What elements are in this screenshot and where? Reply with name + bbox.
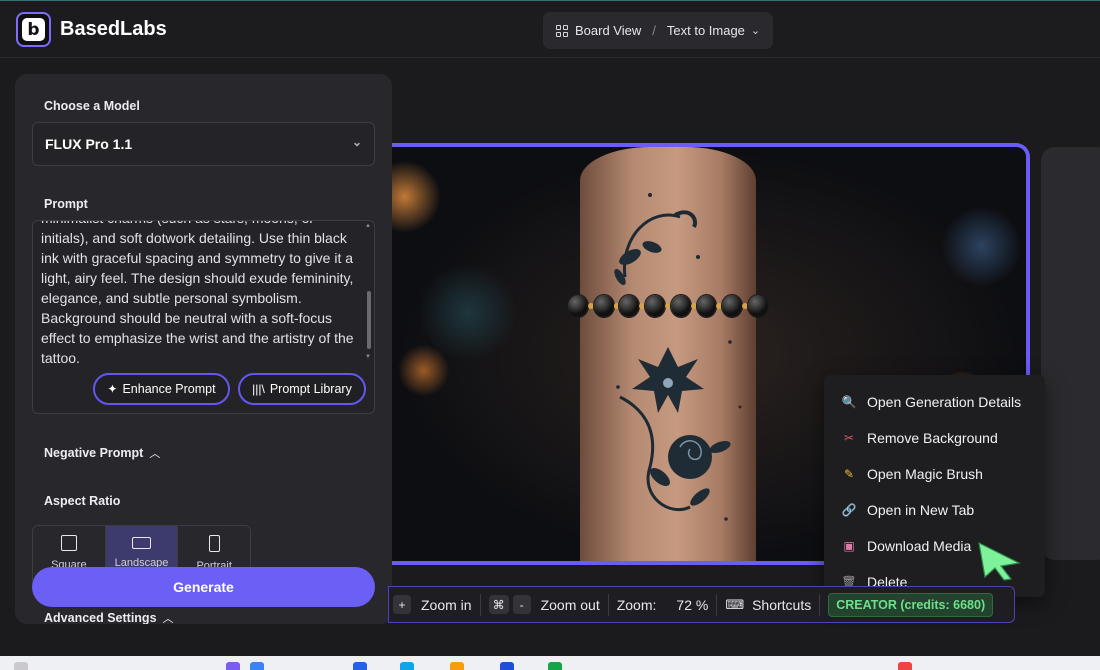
credits-badge[interactable]: CREATOR (credits: 6680) bbox=[828, 592, 994, 617]
breadcrumb-separator: / bbox=[652, 23, 656, 38]
top-bar: b BasedLabs Board View / Text to Image ⌄ bbox=[0, 0, 1100, 58]
scissors-icon: ✂ bbox=[843, 431, 855, 445]
link-icon: 🔗 bbox=[841, 503, 857, 517]
command-key-icon: ⌘ bbox=[488, 595, 509, 614]
shortcuts-button[interactable]: Shortcuts bbox=[752, 597, 811, 613]
next-image-card[interactable] bbox=[1041, 147, 1100, 560]
square-shape-icon bbox=[60, 535, 77, 551]
zoom-in-button[interactable]: Zoom in bbox=[421, 597, 472, 613]
menu-item-label: Open Generation Details bbox=[867, 394, 1022, 410]
zoom-label: Zoom: bbox=[616, 596, 657, 613]
model-value: FLUX Pro 1.1 bbox=[45, 136, 133, 152]
portrait-shape-icon bbox=[208, 535, 220, 552]
mode-dropdown[interactable]: Text to Image bbox=[667, 23, 745, 38]
sparkle-icon: ✦ bbox=[107, 382, 118, 396]
board-view-link[interactable]: Board View bbox=[575, 23, 641, 38]
zoom-in-key[interactable]: + bbox=[393, 595, 411, 614]
chrome-icon[interactable] bbox=[548, 662, 562, 670]
pencil-icon: ✎ bbox=[843, 467, 855, 481]
store-icon[interactable] bbox=[500, 662, 514, 670]
widgets-icon[interactable] bbox=[226, 662, 240, 670]
zoom-out-key[interactable]: - bbox=[512, 595, 531, 614]
magnifier-icon: 🔍 bbox=[841, 395, 857, 409]
prompt-library-label: Prompt Library bbox=[269, 382, 352, 396]
enhance-prompt-label: Enhance Prompt bbox=[122, 382, 216, 396]
menu-open-generation-details[interactable]: 🔍 Open Generation Details bbox=[824, 384, 1045, 420]
aspect-ratio-label: Aspect Ratio bbox=[44, 494, 121, 508]
zoom-out-button[interactable]: Zoom out bbox=[541, 597, 600, 613]
tattoo-illustration bbox=[614, 193, 742, 521]
generate-button[interactable]: Generate bbox=[32, 567, 375, 607]
library-icon: |||\ bbox=[252, 382, 265, 396]
floppy-disk-icon: ▣ bbox=[843, 539, 855, 553]
generation-panel: Choose a Model FLUX Pro 1.1 ⌄ Prompt min… bbox=[15, 74, 392, 624]
app-icon[interactable] bbox=[353, 662, 367, 670]
scroll-down-arrow-icon[interactable]: ▼ bbox=[365, 354, 371, 360]
zoom-value: 72 % bbox=[676, 596, 709, 613]
app-icon[interactable] bbox=[250, 662, 264, 670]
negative-prompt-label: Negative Prompt bbox=[44, 446, 144, 460]
keyboard-icon: ⌨ bbox=[725, 596, 745, 612]
menu-item-label: Open in New Tab bbox=[867, 502, 975, 518]
prompt-text[interactable]: minimalist charms (such as stars, moons,… bbox=[41, 221, 363, 368]
brand-name: BasedLabs bbox=[60, 18, 167, 40]
chevron-up-icon: ︿ bbox=[149, 448, 161, 460]
logo-letter: b bbox=[22, 18, 45, 41]
toolbar-divider bbox=[479, 593, 481, 616]
chevron-down-icon[interactable]: ⌄ bbox=[751, 24, 760, 37]
toolbar-divider bbox=[819, 593, 821, 616]
mouse-cursor-icon bbox=[978, 541, 1021, 581]
browser-icon[interactable] bbox=[400, 662, 414, 670]
toolbar-divider bbox=[607, 593, 609, 616]
menu-item-label: Remove Background bbox=[867, 430, 998, 446]
enhance-prompt-button[interactable]: ✦ Enhance Prompt bbox=[93, 373, 230, 405]
menu-remove-background[interactable]: ✂ Remove Background bbox=[824, 420, 1045, 456]
menu-open-in-new-tab[interactable]: 🔗 Open in New Tab bbox=[824, 492, 1045, 528]
chevron-down-icon: ⌄ bbox=[351, 135, 362, 149]
advanced-settings-toggle[interactable]: Advanced Settings ︿ bbox=[44, 610, 174, 624]
scroll-up-arrow-icon[interactable]: ▲ bbox=[365, 223, 371, 229]
model-select[interactable]: FLUX Pro 1.1 ⌄ bbox=[32, 122, 375, 166]
folder-icon[interactable] bbox=[450, 662, 464, 670]
landscape-shape-icon bbox=[132, 537, 151, 549]
negative-prompt-toggle[interactable]: Negative Prompt ︿ bbox=[44, 445, 160, 461]
prompt-library-button[interactable]: |||\ Prompt Library bbox=[238, 373, 366, 405]
wrist-skin bbox=[580, 147, 756, 561]
menu-item-label: Open Magic Brush bbox=[867, 466, 983, 482]
basedlabs-logo[interactable]: b bbox=[16, 12, 51, 47]
model-label: Choose a Model bbox=[44, 99, 140, 113]
menu-item-label: Download Media bbox=[867, 538, 972, 554]
search-icon[interactable] bbox=[14, 662, 28, 670]
canvas-toolbar: + Zoom in ⌘ - Zoom out Zoom: 72 % ⌨ Shor… bbox=[388, 586, 1015, 623]
toolbar-divider bbox=[716, 593, 718, 616]
prompt-label: Prompt bbox=[44, 197, 88, 211]
notification-icon[interactable] bbox=[898, 662, 912, 670]
chevron-up-icon: ︿ bbox=[162, 613, 174, 624]
os-taskbar bbox=[0, 656, 1100, 670]
breadcrumb: Board View / Text to Image ⌄ bbox=[543, 12, 773, 49]
menu-open-magic-brush[interactable]: ✎ Open Magic Brush bbox=[824, 456, 1045, 492]
bead-bracelet bbox=[568, 287, 768, 325]
prompt-scrollbar[interactable] bbox=[367, 291, 371, 349]
advanced-settings-label: Advanced Settings bbox=[44, 611, 157, 624]
board-grid-icon bbox=[556, 24, 568, 37]
prompt-textarea[interactable]: minimalist charms (such as stars, moons,… bbox=[32, 220, 375, 414]
